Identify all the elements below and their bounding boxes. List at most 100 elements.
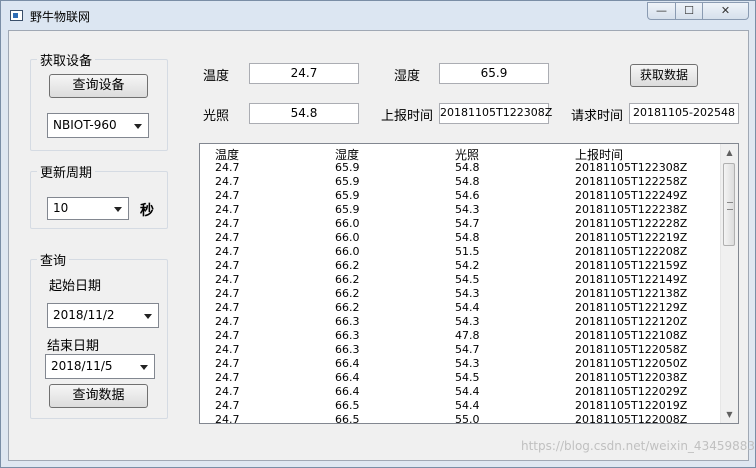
cell-humidity: 66.4 — [335, 385, 360, 398]
cell-humidity: 66.2 — [335, 273, 360, 286]
query-device-button[interactable]: 查询设备 — [49, 74, 148, 98]
cell-light: 54.7 — [455, 217, 480, 230]
cell-humidity: 65.9 — [335, 203, 360, 216]
cell-temp: 24.7 — [215, 189, 240, 202]
request-time-label: 请求时间 — [571, 109, 624, 124]
start-date-picker[interactable]: 2018/11/2 — [47, 303, 159, 328]
cell-report-time: 20181105T122138Z — [575, 287, 688, 300]
scroll-up-icon[interactable]: ▲ — [721, 144, 738, 161]
cell-report-time: 20181105T122219Z — [575, 231, 688, 244]
humidity-field[interactable]: 65.9 — [439, 63, 549, 84]
cell-light: 54.3 — [455, 203, 480, 216]
cell-temp: 24.7 — [215, 259, 240, 272]
report-time-label: 上报时间 — [381, 109, 434, 124]
chevron-down-icon — [144, 313, 152, 319]
cell-humidity: 66.2 — [335, 259, 360, 272]
cell-light: 55.0 — [455, 413, 480, 424]
chevron-down-icon — [134, 123, 142, 129]
end-date-label: 结束日期 — [47, 339, 100, 354]
cell-light: 54.3 — [455, 357, 480, 370]
header-light: 光照 — [455, 148, 480, 162]
cell-light: 47.8 — [455, 329, 480, 342]
grip-icon — [727, 202, 733, 210]
device-group-legend: 获取设备 — [37, 50, 96, 69]
cell-temp: 24.7 — [215, 371, 240, 384]
cell-temp: 24.7 — [215, 203, 240, 216]
cell-temp: 24.7 — [215, 315, 240, 328]
period-select-value: 10 — [53, 201, 69, 215]
title-bar[interactable]: 野牛物联网 — ☐ ✕ — [1, 1, 755, 30]
app-icon — [10, 10, 23, 21]
cell-temp: 24.7 — [215, 217, 240, 230]
cell-report-time: 20181105T122129Z — [575, 301, 688, 314]
period-unit: 秒 — [140, 203, 154, 219]
cell-humidity: 66.3 — [335, 343, 360, 356]
header-temp: 温度 — [215, 148, 240, 162]
cell-temp: 24.7 — [215, 385, 240, 398]
cell-report-time: 20181105T122120Z — [575, 315, 688, 328]
cell-light: 54.5 — [455, 273, 480, 286]
end-date-picker[interactable]: 2018/11/5 — [45, 354, 155, 379]
cell-light: 54.5 — [455, 371, 480, 384]
device-select-value: NBIOT-960 — [53, 118, 117, 132]
cell-temp: 24.7 — [215, 273, 240, 286]
light-field[interactable]: 54.8 — [249, 103, 359, 124]
cell-temp: 24.7 — [215, 301, 240, 314]
device-select[interactable]: NBIOT-960 — [47, 113, 149, 138]
scroll-down-icon[interactable]: ▼ — [721, 406, 738, 423]
cell-humidity: 66.0 — [335, 217, 360, 230]
cell-temp: 24.7 — [215, 329, 240, 342]
cell-temp: 24.7 — [215, 175, 240, 188]
cell-light: 54.2 — [455, 259, 480, 272]
cell-temp: 24.7 — [215, 287, 240, 300]
temp-label: 温度 — [203, 69, 230, 84]
close-button[interactable]: ✕ — [702, 2, 749, 20]
fetch-data-button[interactable]: 获取数据 — [630, 64, 698, 87]
header-report-time: 上报时间 — [575, 148, 624, 162]
maximize-button[interactable]: ☐ — [675, 2, 703, 20]
cell-report-time: 20181105T122208Z — [575, 245, 688, 258]
cell-light: 54.8 — [455, 175, 480, 188]
data-listbox[interactable]: 温度 湿度 光照 上报时间 24.7 65.9 54.8 20181105T12230… — [199, 143, 739, 424]
chevron-down-icon — [114, 206, 122, 212]
cell-report-time: 20181105T122228Z — [575, 217, 688, 230]
report-time-field[interactable]: 20181105T122308Z — [439, 103, 552, 124]
cell-temp: 24.7 — [215, 231, 240, 244]
cell-humidity: 65.9 — [335, 161, 360, 174]
vertical-scrollbar[interactable]: ▲ ▼ — [720, 144, 738, 423]
cell-report-time: 20181105T122238Z — [575, 203, 688, 216]
cell-report-time: 20181105T122038Z — [575, 371, 688, 384]
cell-report-time: 20181105T122058Z — [575, 343, 688, 356]
cell-report-time: 20181105T122249Z — [575, 189, 688, 202]
cell-humidity: 66.2 — [335, 287, 360, 300]
chevron-down-icon — [140, 364, 148, 370]
cell-report-time: 20181105T122019Z — [575, 399, 688, 412]
cell-report-time: 20181105T122050Z — [575, 357, 688, 370]
scroll-thumb[interactable] — [723, 163, 735, 246]
cell-humidity: 65.9 — [335, 189, 360, 202]
cell-temp: 24.7 — [215, 357, 240, 370]
cell-temp: 24.7 — [215, 399, 240, 412]
cell-report-time: 20181105T122008Z — [575, 413, 688, 424]
cell-report-time: 20181105T122258Z — [575, 175, 688, 188]
cell-humidity: 66.2 — [335, 301, 360, 314]
cell-humidity: 66.0 — [335, 245, 360, 258]
cell-humidity: 66.0 — [335, 231, 360, 244]
cell-temp: 24.7 — [215, 343, 240, 356]
cell-humidity: 66.3 — [335, 329, 360, 342]
period-group-legend: 更新周期 — [37, 162, 96, 181]
request-time-field[interactable]: 20181105-202548 — [629, 103, 739, 124]
cell-humidity: 66.4 — [335, 357, 360, 370]
cell-light: 51.5 — [455, 245, 480, 258]
start-date-value: 2018/11/2 — [53, 308, 115, 322]
cell-humidity: 66.5 — [335, 399, 360, 412]
minimize-button[interactable]: — — [647, 2, 676, 20]
cell-humidity: 66.3 — [335, 315, 360, 328]
cell-temp: 24.7 — [215, 245, 240, 258]
cell-light: 54.3 — [455, 287, 480, 300]
cell-report-time: 20181105T122108Z — [575, 329, 688, 342]
temp-field[interactable]: 24.7 — [249, 63, 359, 84]
period-select[interactable]: 10 — [47, 197, 129, 220]
query-data-button[interactable]: 查询数据 — [49, 384, 148, 408]
cell-report-time: 20181105T122159Z — [575, 259, 688, 272]
